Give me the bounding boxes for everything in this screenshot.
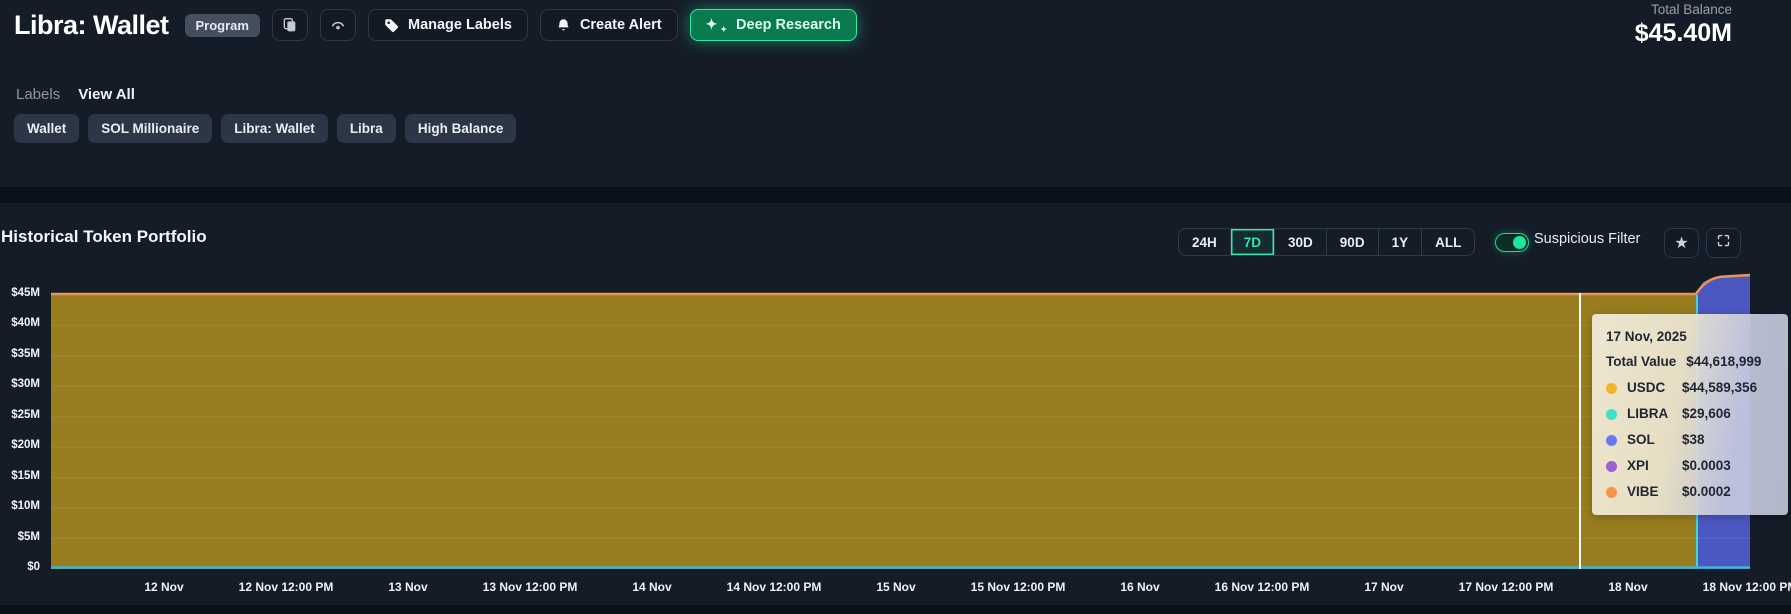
- x-axis-label: 15 Nov: [876, 580, 915, 594]
- portfolio-area-chart[interactable]: [51, 270, 1750, 570]
- fullscreen-icon: [1716, 233, 1731, 253]
- copy-icon: [282, 17, 298, 33]
- x-axis-label: 14 Nov: [632, 580, 671, 594]
- suspicious-filter-label: Suspicious Filter: [1534, 231, 1640, 247]
- x-axis-label: 16 Nov 12:00 PM: [1215, 580, 1310, 594]
- y-axis-label: $20M: [0, 439, 40, 451]
- favorite-button[interactable]: ★: [1664, 228, 1699, 258]
- deep-research-label: Deep Research: [736, 17, 841, 33]
- tooltip-total-value: $44,618,999: [1686, 352, 1761, 371]
- total-balance-value: $45.40M: [1635, 19, 1732, 48]
- tooltip-row-sol: SOL$38: [1592, 427, 1788, 453]
- y-axis-label: $15M: [0, 470, 40, 482]
- header-row: Libra: Wallet Program Manage Labels Crea…: [14, 6, 1741, 44]
- suspicious-filter-toggle[interactable]: [1495, 233, 1529, 252]
- x-axis-label: 12 Nov: [144, 580, 183, 594]
- vibe-dot-icon: [1606, 487, 1617, 498]
- labels-title: Labels: [16, 86, 60, 103]
- range-90d[interactable]: 90D: [1326, 229, 1378, 255]
- x-axis-label: 15 Nov 12:00 PM: [971, 580, 1066, 594]
- label-chips: Wallet SOL Millionaire Libra: Wallet Libra H…: [14, 114, 516, 143]
- copy-address-button[interactable]: [272, 9, 308, 41]
- deep-research-button[interactable]: ✦✦ Deep Research: [690, 9, 857, 41]
- tooltip-token-value: $38: [1682, 430, 1774, 450]
- x-axis-label: 17 Nov: [1364, 580, 1403, 594]
- label-chip-high-balance[interactable]: High Balance: [405, 114, 517, 143]
- usdc-area: [51, 295, 1697, 569]
- tooltip-token-name: LIBRA: [1627, 404, 1682, 424]
- tooltip-total-label: Total Value: [1606, 352, 1676, 371]
- radar-button[interactable]: [320, 9, 356, 41]
- tooltip-token-value: $44,589,356: [1682, 378, 1774, 398]
- time-range-selector: 24H7D30D90D1YALL: [1178, 228, 1475, 256]
- toggle-knob: [1513, 236, 1526, 249]
- bell-icon: [556, 18, 571, 33]
- tooltip-total: Total Value $44,618,999: [1592, 350, 1788, 375]
- y-axis-label: $0: [0, 561, 40, 573]
- x-axis-label: 12 Nov 12:00 PM: [239, 580, 334, 594]
- range-24h[interactable]: 24H: [1179, 229, 1230, 255]
- tooltip-token-value: $29,606: [1682, 404, 1774, 424]
- x-axis-label: 13 Nov 12:00 PM: [483, 580, 578, 594]
- tooltip-row-vibe: VIBE$0.0002: [1592, 479, 1788, 505]
- tooltip-token-name: USDC: [1627, 378, 1682, 398]
- tooltip-token-value: $0.0003: [1682, 456, 1774, 476]
- sparkle-icon: ✦: [706, 16, 718, 33]
- y-axis-label: $35M: [0, 348, 40, 360]
- x-axis-label: 16 Nov: [1120, 580, 1159, 594]
- create-alert-label: Create Alert: [580, 17, 662, 33]
- star-icon: ★: [1674, 233, 1688, 253]
- y-axis-label: $5M: [0, 531, 40, 543]
- xpi-dot-icon: [1606, 461, 1617, 472]
- entity-type-badge: Program: [185, 14, 260, 37]
- tooltip-rows: USDC$44,589,356LIBRA$29,606SOL$38XPI$0.0…: [1592, 375, 1788, 505]
- labels-header: Labels View All: [16, 86, 135, 103]
- label-chip-sol-millionaire[interactable]: SOL Millionaire: [88, 114, 212, 143]
- x-axis-label: 13 Nov: [388, 580, 427, 594]
- chart-title: Historical Token Portfolio: [1, 227, 207, 247]
- x-axis-label: 14 Nov 12:00 PM: [727, 580, 822, 594]
- label-chip-wallet[interactable]: Wallet: [14, 114, 79, 143]
- tooltip-token-value: $0.0002: [1682, 482, 1774, 502]
- manage-labels-button[interactable]: Manage Labels: [368, 9, 528, 41]
- range-7d[interactable]: 7D: [1230, 229, 1274, 255]
- y-axis-label: $40M: [0, 317, 40, 329]
- x-axis-label: 18 Nov: [1608, 580, 1647, 594]
- label-chip-libra-wallet[interactable]: Libra: Wallet: [221, 114, 328, 143]
- sparkle-small-icon: ✦: [720, 25, 727, 34]
- range-1y[interactable]: 1Y: [1378, 229, 1422, 255]
- label-chip-libra[interactable]: Libra: [337, 114, 396, 143]
- usdc-dot-icon: [1606, 383, 1617, 394]
- total-balance: Total Balance $45.40M: [1635, 2, 1732, 48]
- x-axis-label: 17 Nov 12:00 PM: [1459, 580, 1554, 594]
- radar-icon: [329, 16, 347, 34]
- y-axis-label: $30M: [0, 378, 40, 390]
- fullscreen-button[interactable]: [1706, 228, 1741, 258]
- y-axis-label: $45M: [0, 287, 40, 299]
- total-balance-label: Total Balance: [1635, 2, 1732, 17]
- tooltip-row-libra: LIBRA$29,606: [1592, 401, 1788, 427]
- tag-icon: [384, 18, 399, 33]
- y-axis-label: $10M: [0, 500, 40, 512]
- x-axis-label: 18 Nov 12:00 PM: [1703, 580, 1791, 594]
- tooltip-token-name: XPI: [1627, 456, 1682, 476]
- sol-dot-icon: [1606, 435, 1617, 446]
- range-30d[interactable]: 30D: [1274, 229, 1326, 255]
- tooltip-token-name: VIBE: [1627, 482, 1682, 502]
- wallet-dashboard: { "header": { "title": "Libra: Wallet", …: [0, 0, 1791, 614]
- view-all-link[interactable]: View All: [78, 86, 135, 103]
- y-axis-label: $25M: [0, 409, 40, 421]
- tooltip-token-name: SOL: [1627, 430, 1682, 450]
- range-all[interactable]: ALL: [1421, 229, 1474, 255]
- manage-labels-label: Manage Labels: [408, 17, 512, 33]
- chart-tooltip: 17 Nov, 2025 Total Value $44,618,999 USD…: [1592, 314, 1788, 515]
- tooltip-date: 17 Nov, 2025: [1592, 324, 1788, 350]
- libra-dot-icon: [1606, 409, 1617, 420]
- total-value-line: [51, 275, 1750, 294]
- create-alert-button[interactable]: Create Alert: [540, 9, 678, 41]
- tooltip-row-usdc: USDC$44,589,356: [1592, 375, 1788, 401]
- tooltip-row-xpi: XPI$0.0003: [1592, 453, 1788, 479]
- page-title: Libra: Wallet: [14, 10, 169, 41]
